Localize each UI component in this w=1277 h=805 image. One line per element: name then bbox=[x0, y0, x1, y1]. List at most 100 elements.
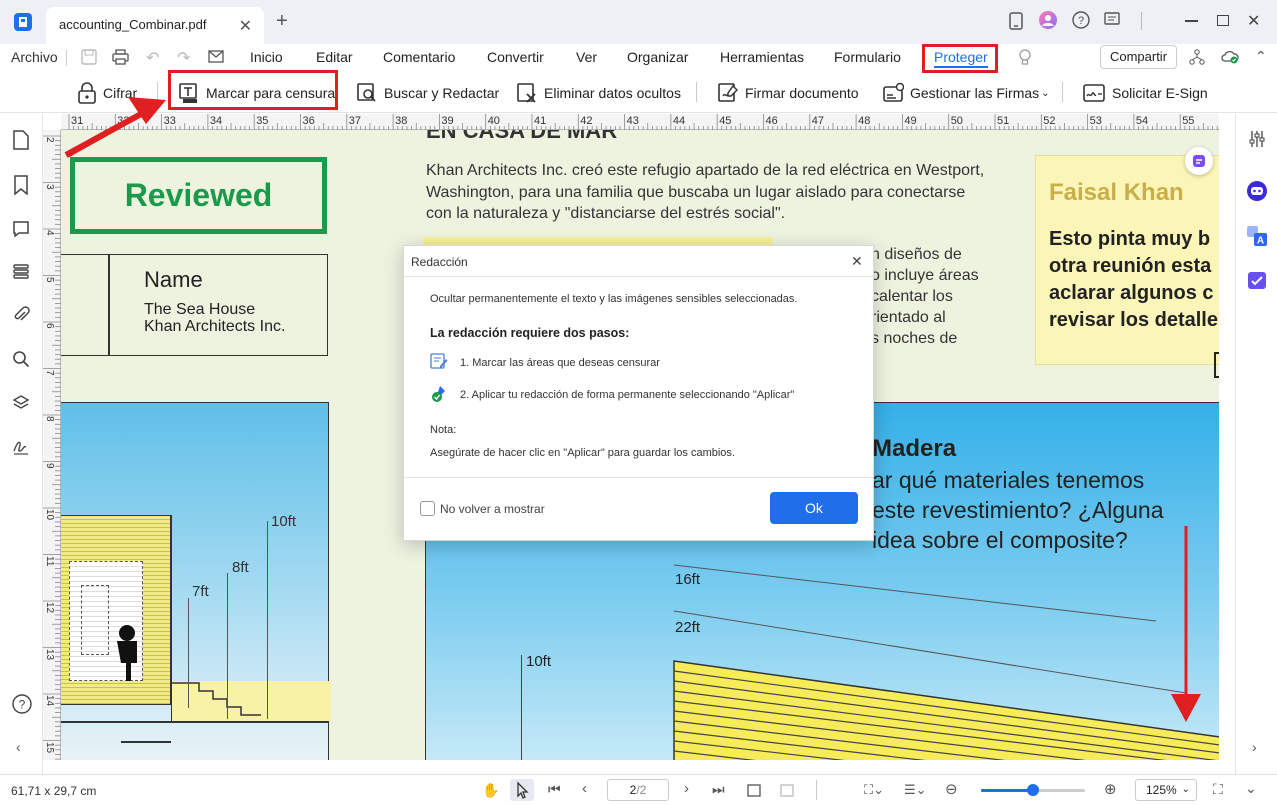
page-size-readout: 61,71 x 29,7 cm bbox=[11, 784, 97, 798]
ruler-label: 11 bbox=[44, 555, 55, 566]
menu-ver[interactable]: Ver bbox=[576, 49, 597, 65]
ok-button[interactable]: Ok bbox=[770, 492, 858, 524]
ruler-label: 15 bbox=[44, 741, 55, 753]
ruler-label: 36 bbox=[302, 115, 315, 127]
menu-formulario[interactable]: Formulario bbox=[834, 49, 901, 65]
undo-icon[interactable]: ↶ bbox=[146, 48, 159, 68]
ai-assistant-icon[interactable] bbox=[1246, 180, 1268, 202]
save-icon[interactable] bbox=[81, 49, 97, 65]
share-button[interactable]: Compartir bbox=[1100, 45, 1177, 69]
fullscreen-icon[interactable]: ⛶ bbox=[1213, 781, 1223, 798]
cursor-arrow-icon bbox=[517, 781, 529, 799]
comment-icon[interactable] bbox=[12, 220, 30, 238]
search-and-redact-button[interactable]: Buscar y Redactar bbox=[356, 79, 499, 107]
layers-icon[interactable] bbox=[12, 394, 30, 412]
attachment-icon[interactable] bbox=[12, 306, 30, 324]
menu-inicio[interactable]: Inicio bbox=[250, 49, 283, 65]
close-tab-icon[interactable]: ✕ bbox=[239, 16, 252, 36]
ruler-label: 42 bbox=[580, 115, 593, 127]
collapse-left-icon[interactable]: ‹ bbox=[16, 739, 21, 755]
select-tool-button[interactable] bbox=[510, 779, 534, 801]
maximize-button[interactable] bbox=[1217, 15, 1229, 26]
manage-signatures-button[interactable]: Gestionar las Firmas ⌄ bbox=[882, 79, 1050, 107]
hand-tool-icon[interactable]: ✋ bbox=[482, 782, 499, 799]
signature-icon[interactable] bbox=[12, 437, 30, 455]
remove-hidden-data-button[interactable]: Eliminar datos ocultos bbox=[516, 79, 681, 107]
ruler-label: 38 bbox=[395, 115, 408, 127]
zoom-select[interactable]: 125% ⌄ bbox=[1135, 779, 1197, 801]
minimize-button[interactable] bbox=[1185, 20, 1198, 22]
cloud-sync-icon[interactable] bbox=[1221, 49, 1239, 65]
menu-herramientas[interactable]: Herramientas bbox=[720, 49, 804, 65]
view-mode-icon[interactable]: ⛶⌄ bbox=[864, 782, 884, 798]
ruler-label: 46 bbox=[765, 115, 778, 127]
translate-icon[interactable]: A bbox=[1246, 225, 1268, 247]
ruler-label: 14 bbox=[44, 695, 55, 707]
first-page-icon[interactable]: ⏮ bbox=[548, 781, 561, 798]
ruler-label: 5 bbox=[44, 276, 55, 283]
ruler-label: 44 bbox=[672, 115, 686, 127]
feedback-icon[interactable] bbox=[1104, 12, 1120, 28]
network-icon[interactable] bbox=[1189, 49, 1205, 65]
remove-data-icon bbox=[517, 83, 536, 103]
ruler-label: 52 bbox=[1043, 115, 1056, 127]
manage-signatures-label: Gestionar las Firmas bbox=[910, 85, 1040, 101]
rotate-icon[interactable] bbox=[746, 782, 762, 798]
avatar[interactable] bbox=[1039, 11, 1057, 29]
dialog-close-button[interactable]: ✕ bbox=[851, 253, 863, 270]
lightbulb-icon[interactable] bbox=[1018, 49, 1032, 66]
ruler-label: 51 bbox=[997, 115, 1010, 127]
expand-right-icon[interactable]: › bbox=[1252, 739, 1257, 755]
dont-show-label: No volver a mostrar bbox=[440, 502, 545, 516]
page-layout-icon[interactable]: ☰⌄ bbox=[904, 782, 927, 798]
search-icon[interactable] bbox=[12, 350, 30, 368]
prev-page-icon[interactable]: ‹ bbox=[582, 780, 587, 797]
request-esign-label: Solicitar E-Sign bbox=[1112, 85, 1208, 101]
layers-list-icon[interactable] bbox=[12, 263, 30, 279]
mark-for-redaction-button[interactable]: Marcar para censura bbox=[178, 79, 335, 107]
task-check-icon[interactable] bbox=[1247, 270, 1267, 290]
next-page-icon[interactable]: › bbox=[684, 780, 689, 797]
new-tab-button[interactable]: + bbox=[276, 10, 288, 33]
collapse-ribbon-icon[interactable]: ⌃ bbox=[1255, 48, 1267, 65]
fit-page-icon[interactable] bbox=[779, 782, 795, 798]
bookmark-icon[interactable] bbox=[12, 175, 30, 195]
help-circle-icon[interactable]: ? bbox=[12, 694, 32, 714]
menu-file[interactable]: Archivo bbox=[11, 49, 58, 65]
device-icon[interactable] bbox=[1009, 12, 1023, 30]
zoom-slider-knob[interactable] bbox=[1027, 784, 1039, 796]
ruler-label: 9 bbox=[44, 462, 55, 469]
scroll-down-icon[interactable]: ⌄ bbox=[1245, 780, 1257, 797]
zoom-out-icon[interactable]: ⊖ bbox=[945, 780, 958, 798]
properties-sliders-icon[interactable] bbox=[1248, 130, 1266, 148]
ruler-label: 48 bbox=[858, 115, 871, 127]
last-page-icon[interactable]: ⏭ bbox=[712, 781, 725, 798]
email-icon[interactable] bbox=[208, 50, 224, 63]
ruler-label: 13 bbox=[44, 648, 55, 660]
dont-show-checkbox[interactable] bbox=[420, 501, 435, 516]
ruler-label: 55 bbox=[1182, 115, 1195, 127]
menu-organizar[interactable]: Organizar bbox=[627, 49, 688, 65]
request-esign-button[interactable]: Solicitar E-Sign bbox=[1082, 79, 1208, 107]
sign-document-button[interactable]: Firmar documento bbox=[717, 79, 859, 107]
menu-convertir[interactable]: Convertir bbox=[487, 49, 544, 65]
ruler-label: 53 bbox=[1089, 115, 1102, 127]
zoom-in-icon[interactable]: ⊕ bbox=[1104, 780, 1117, 798]
close-window-button[interactable]: ✕ bbox=[1247, 11, 1260, 31]
help-icon[interactable]: ? bbox=[1072, 11, 1090, 29]
menu-editar[interactable]: Editar bbox=[316, 49, 353, 65]
redo-icon[interactable]: ↷ bbox=[177, 48, 190, 68]
vertical-ruler: 2 3 4 5 6 7 8 9 10 11 12 13 14 15 bbox=[43, 130, 61, 760]
esign-icon bbox=[1083, 84, 1105, 102]
page-number-field[interactable]: 2/2 bbox=[607, 779, 669, 801]
right-sidebar: A › bbox=[1235, 114, 1277, 774]
menu-comentario[interactable]: Comentario bbox=[383, 49, 455, 65]
document-tab[interactable]: accounting_Combinar.pdf ✕ bbox=[46, 7, 264, 44]
toolbar-separator bbox=[1062, 82, 1063, 102]
dialog-note-text: Asegúrate de hacer clic en "Aplicar" par… bbox=[430, 447, 735, 459]
ruler-label: 54 bbox=[1135, 115, 1149, 127]
zoom-slider[interactable] bbox=[981, 784, 1085, 796]
print-icon[interactable] bbox=[112, 49, 129, 65]
menu-proteger[interactable]: Proteger bbox=[934, 49, 988, 68]
ruler-label: 4 bbox=[44, 230, 55, 236]
